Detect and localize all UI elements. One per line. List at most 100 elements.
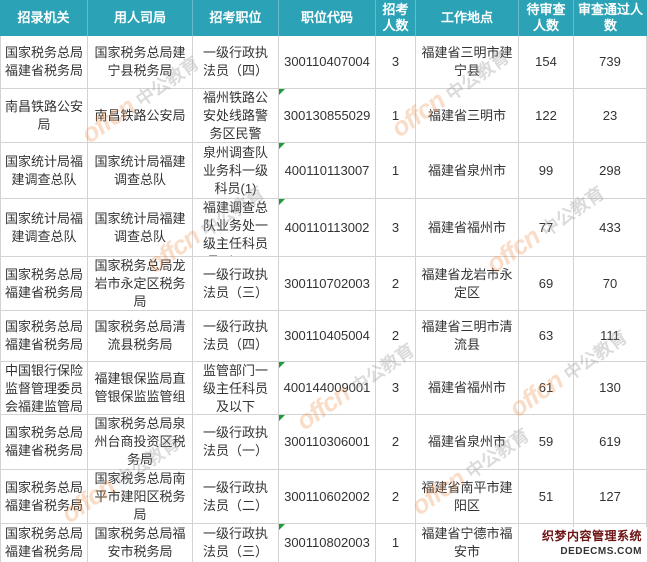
cell-value: 国家税务总局福建省税务局 bbox=[4, 526, 83, 559]
table-row: 国家统计局福建调查总队 国家统计局福建调查总队 泉州调查队业务科一级科员(1) 400… bbox=[0, 143, 647, 199]
cell-position: 监管部门一级主任科员及以下 bbox=[193, 362, 279, 415]
table-row: 国家统计局福建调查总队国家统计局福建调查总队福建调查总队业务处一级主任科员及以下… bbox=[0, 199, 647, 257]
stamp-domain: DEDECMS.COM bbox=[560, 546, 642, 557]
column-header-quota: 招考人数 bbox=[376, 0, 416, 36]
cell-recruiting-agency: 国家统计局福建调查总队 bbox=[0, 143, 88, 199]
cell-value: 400144009001 bbox=[283, 380, 371, 395]
cell-value: 1 bbox=[391, 162, 400, 178]
table-row: 国家税务总局福建省税务局 国家税务总局龙岩市永定区税务局 一级行政执法员（三） 300… bbox=[0, 257, 647, 311]
cell-position-code: 300110407004 bbox=[279, 36, 376, 89]
cell-position-code: 400110113002 bbox=[279, 199, 376, 257]
cell-quota: 1 bbox=[376, 143, 416, 199]
cell-work-location: 福建省三明市清流县 bbox=[416, 311, 519, 362]
cell-value: 国家税务总局清流县税务局 bbox=[94, 319, 186, 352]
column-header-label: 招考人数 bbox=[382, 2, 409, 33]
cell-value: 南昌铁路公安局 bbox=[4, 98, 83, 132]
cell-pending-review: 61 bbox=[519, 362, 574, 415]
cell-value: 泉州调查队业务科一级科员(1) bbox=[202, 144, 268, 196]
cell-value: 国家税务总局建宁县税务局 bbox=[94, 45, 186, 78]
cell-value: 一级行政执法员（三） bbox=[202, 266, 268, 300]
cell-work-location: 福建省三明市 bbox=[416, 89, 519, 143]
cell-work-location: 福建省福州市 bbox=[416, 199, 519, 257]
cell-recruiting-agency: 国家税务总局福建省税务局 bbox=[0, 415, 88, 470]
cell-value: 2 bbox=[391, 328, 400, 343]
cell-employing-bureau: 国家统计局福建调查总队 bbox=[88, 199, 193, 257]
cell-quota: 2 bbox=[376, 311, 416, 362]
column-header-label: 工作地点 bbox=[440, 10, 493, 25]
cell-value: 福建省南平市建阳区 bbox=[421, 479, 513, 513]
cell-value: 300110306001 bbox=[284, 434, 370, 449]
column-header-work-location: 工作地点 bbox=[416, 0, 519, 36]
cell-quota: 3 bbox=[376, 199, 416, 257]
cell-value: 国家税务总局福建省税务局 bbox=[4, 319, 83, 352]
cell-value: 国家税务总局南平市建阳区税务局 bbox=[94, 471, 186, 522]
cell-quota: 3 bbox=[376, 362, 416, 415]
column-header-label: 招考职位 bbox=[209, 10, 262, 25]
cell-approved: 111 bbox=[574, 311, 647, 362]
cell-employing-bureau: 国家税务总局清流县税务局 bbox=[88, 311, 193, 362]
cell-recruiting-agency: 国家税务总局福建省税务局 bbox=[0, 311, 88, 362]
column-header-position-code: 职位代码 bbox=[279, 0, 376, 36]
column-header-approved: 审查通过人数 bbox=[574, 0, 647, 36]
cell-employing-bureau: 国家税务总局泉州台商投资区税务局 bbox=[88, 415, 193, 470]
cell-employing-bureau: 福建银保监局直管银保监监管组 bbox=[88, 362, 193, 415]
cell-value: 国家统计局福建调查总队 bbox=[4, 210, 83, 244]
cell-position: 一级行政执法员（三） bbox=[193, 524, 279, 562]
cell-work-location: 福建省宁德市福安市 bbox=[416, 524, 519, 562]
cell-approved: 23 bbox=[574, 89, 647, 143]
stamp-title: 织梦内容管理系统 bbox=[541, 529, 642, 543]
cell-value: 300130855029 bbox=[283, 107, 371, 123]
cell-value: 福建省福州市 bbox=[427, 219, 506, 235]
table-row: 国家税务总局福建省税务局 国家税务总局清流县税务局 一级行政执法员（四） 300110… bbox=[0, 311, 647, 362]
cell-value: 2 bbox=[391, 275, 400, 291]
cell-pending-review: 122 bbox=[519, 89, 574, 143]
cell-value: 59 bbox=[538, 434, 554, 449]
number-as-text-flag-icon bbox=[279, 524, 285, 530]
cell-position-code: 300110702003 bbox=[279, 257, 376, 311]
cell-approved: 130 bbox=[574, 362, 647, 415]
column-header-label: 职位代码 bbox=[300, 10, 353, 25]
cell-value: 130 bbox=[599, 380, 621, 395]
number-as-text-flag-icon bbox=[279, 89, 285, 95]
cell-value: 61 bbox=[538, 380, 554, 395]
cell-value: 619 bbox=[599, 434, 621, 449]
cell-value: 111 bbox=[600, 328, 620, 343]
cell-value: 国家税务总局福建省税务局 bbox=[4, 266, 83, 300]
cell-value: 一级行政执法员（四） bbox=[202, 45, 268, 78]
cell-pending-review: 99 bbox=[519, 143, 574, 199]
cell-employing-bureau: 国家税务总局建宁县税务局 bbox=[88, 36, 193, 89]
column-header-label: 待审查人数 bbox=[526, 2, 566, 33]
cell-value: 福建省福州市 bbox=[427, 380, 506, 395]
cell-value: 300110602002 bbox=[284, 488, 370, 504]
cell-position: 一级行政执法员（三） bbox=[193, 257, 279, 311]
cell-value: 国家税务总局福建省税务局 bbox=[4, 45, 83, 78]
cell-value: 400110113007 bbox=[284, 162, 370, 178]
cell-employing-bureau: 国家税务总局福安市税务局 bbox=[88, 524, 193, 562]
cell-value: 福建省三明市清流县 bbox=[421, 319, 513, 352]
cell-approved: 739 bbox=[574, 36, 647, 89]
cell-value: 400110113002 bbox=[284, 219, 370, 235]
cell-position: 一级行政执法员（四） bbox=[193, 36, 279, 89]
cell-value: 福建省三明市 bbox=[427, 107, 506, 123]
cell-pending-review: 59 bbox=[519, 415, 574, 470]
cell-work-location: 福建省龙岩市永定区 bbox=[416, 257, 519, 311]
cell-employing-bureau: 国家税务总局龙岩市永定区税务局 bbox=[88, 257, 193, 311]
cell-value: 监管部门一级主任科员及以下 bbox=[202, 363, 268, 414]
cell-employing-bureau: 国家统计局福建调查总队 bbox=[88, 143, 193, 199]
number-as-text-flag-icon bbox=[279, 362, 285, 368]
cell-pending-review: 51 bbox=[519, 470, 574, 524]
cell-approved: 433 bbox=[574, 199, 647, 257]
table-row: 国家税务总局福建省税务局 国家税务总局南平市建阳区税务局 一级行政执法员（二） 300… bbox=[0, 470, 647, 524]
cell-position-code: 400110113007 bbox=[279, 143, 376, 199]
cell-value: 福州铁路公安处线路警务区民警 bbox=[202, 90, 268, 141]
cell-work-location: 福建省三明市建宁县 bbox=[416, 36, 519, 89]
cell-value: 国家税务总局福建省税务局 bbox=[4, 425, 83, 458]
cell-recruiting-agency: 国家税务总局福建省税务局 bbox=[0, 257, 88, 311]
table-row: 南昌铁路公安局 南昌铁路公安局 福州铁路公安处线路警务区民警 300130855029… bbox=[0, 89, 647, 143]
column-header-label: 用人司局 bbox=[113, 10, 166, 25]
cell-approved: 70 bbox=[574, 257, 647, 311]
cell-pending-review: 154 bbox=[519, 36, 574, 89]
cell-value: 国家统计局福建调查总队 bbox=[4, 153, 83, 187]
page: 招录机关 用人司局 招考职位 职位代码 招考人数 工作地点 待审查人数 审查通过… bbox=[0, 0, 647, 562]
cell-value: 154 bbox=[535, 54, 557, 69]
